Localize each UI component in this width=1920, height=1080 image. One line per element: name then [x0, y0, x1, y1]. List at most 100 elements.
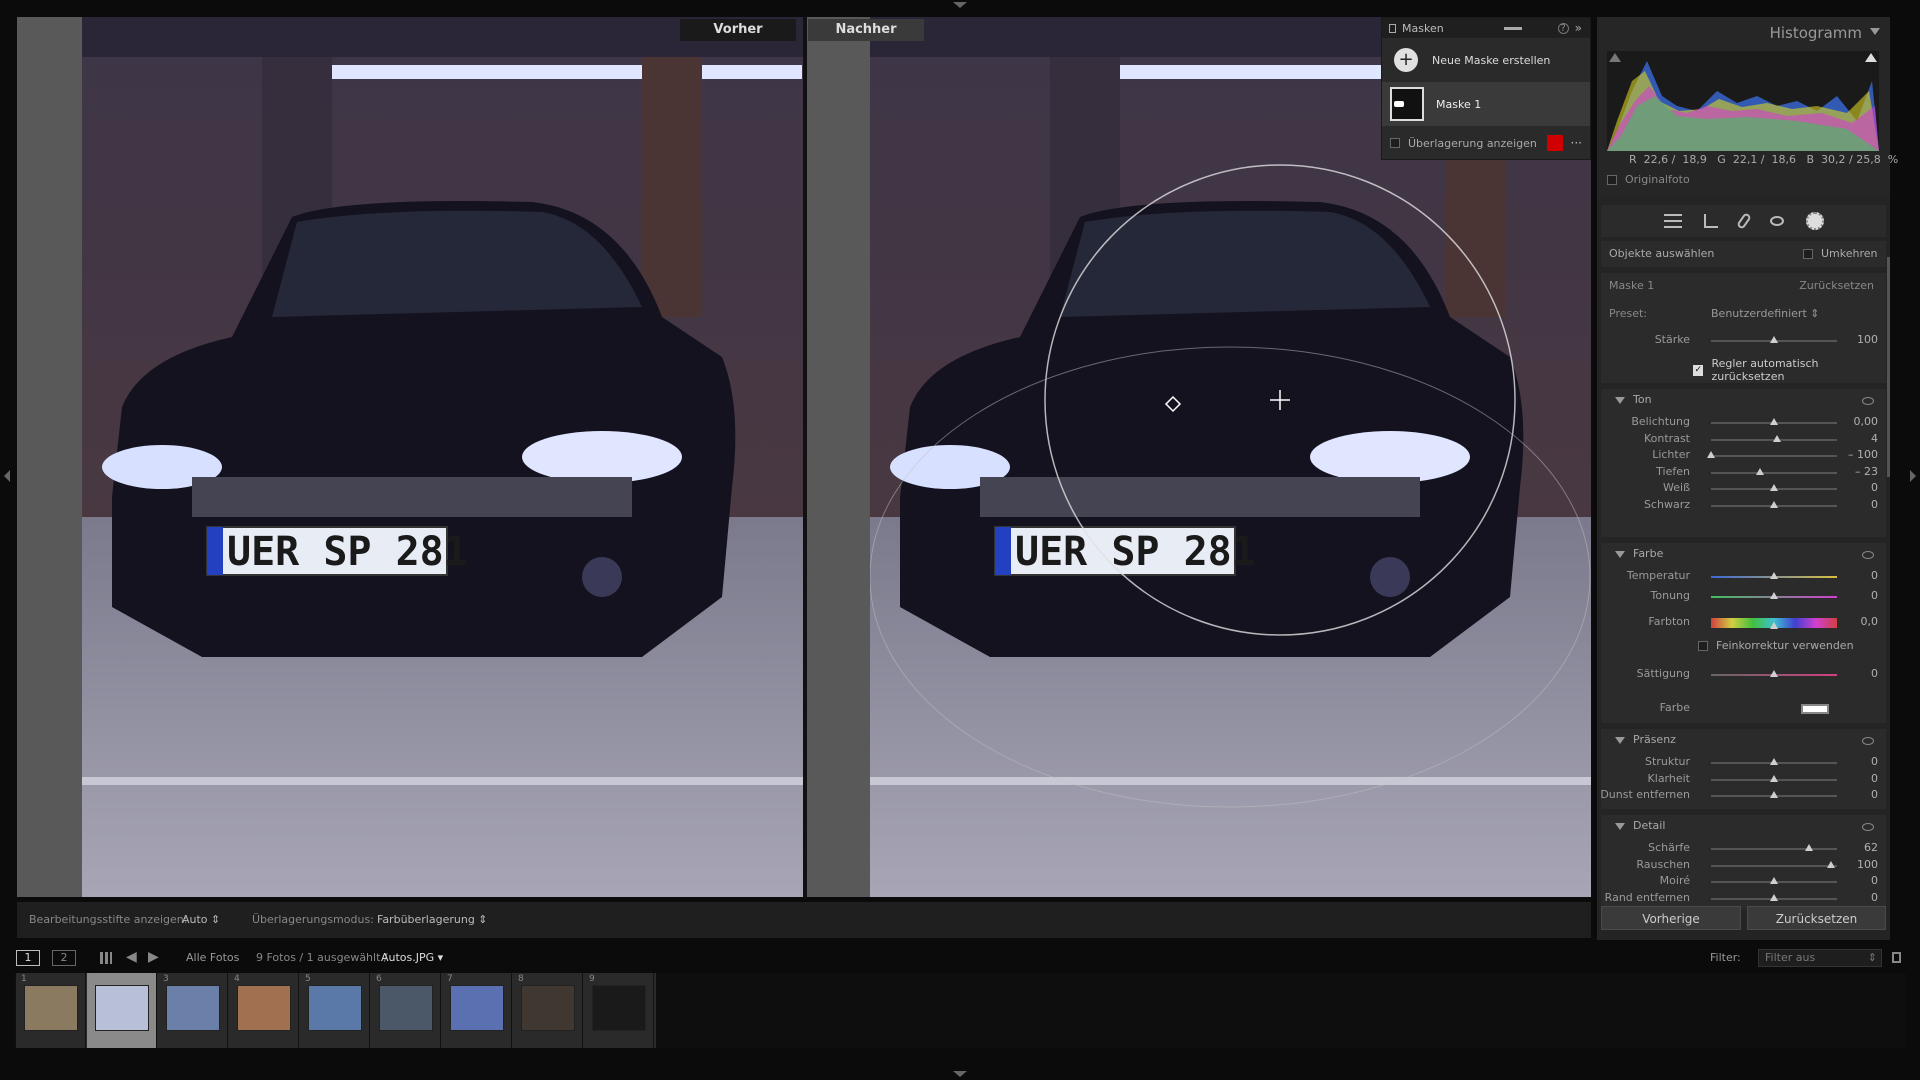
- filmstrip-thumbnail[interactable]: 1: [16, 973, 86, 1048]
- tone-visibility-icon[interactable]: [1862, 397, 1874, 405]
- collapse-bottom-icon[interactable]: [953, 1071, 967, 1077]
- pins-dropdown[interactable]: Auto ⇕: [182, 913, 220, 926]
- collapse-right-icon[interactable]: [1910, 470, 1916, 482]
- slider-track[interactable]: [1711, 455, 1837, 457]
- red-eye-icon[interactable]: [1769, 216, 1784, 226]
- crop-icon[interactable]: [1703, 214, 1718, 228]
- auto-reset-checkbox[interactable]: ✓: [1693, 364, 1704, 376]
- forward-arrow-icon[interactable]: ▶: [148, 949, 159, 965]
- filmstrip-thumbnail[interactable]: 3: [158, 973, 228, 1048]
- filter-lock-icon[interactable]: [1892, 952, 1901, 963]
- filter-dropdown[interactable]: Filter aus ⇕: [1758, 949, 1882, 967]
- slider-value[interactable]: 0: [1871, 481, 1878, 494]
- strength-slider[interactable]: Stärke 100: [1601, 331, 1886, 351]
- overlay-checkbox[interactable]: [1390, 138, 1400, 148]
- temperature-slider[interactable]: Temperatur 0: [1601, 567, 1886, 587]
- saturation-thumb[interactable]: [1770, 670, 1778, 677]
- slider-thumb[interactable]: [1826, 860, 1835, 868]
- saturation-slider[interactable]: Sättigung 0: [1601, 665, 1886, 685]
- slider-value[interactable]: 0: [1871, 498, 1878, 511]
- file-name-dropdown[interactable]: Autos.JPG ▾: [381, 951, 443, 964]
- slider-value[interactable]: 0: [1871, 891, 1878, 904]
- overlay-color-swatch[interactable]: [1546, 135, 1563, 151]
- tone-collapse-icon[interactable]: [1615, 396, 1625, 404]
- shadow-clipping-icon[interactable]: [1609, 53, 1621, 62]
- hue-value[interactable]: 0,0: [1861, 615, 1879, 628]
- temperature-thumb[interactable]: [1770, 572, 1778, 579]
- tone-header[interactable]: Ton: [1601, 393, 1886, 413]
- strength-thumb[interactable]: [1770, 336, 1778, 343]
- slider-value[interactable]: – 23: [1855, 465, 1878, 478]
- filmstrip-thumbnail[interactable]: 8: [513, 973, 583, 1048]
- slider-thumb[interactable]: [1805, 844, 1814, 851]
- hue-thumb[interactable]: [1770, 622, 1778, 629]
- color-header[interactable]: Farbe: [1601, 547, 1886, 567]
- invert-checkbox[interactable]: [1803, 249, 1813, 259]
- previous-button[interactable]: Vorherige: [1601, 906, 1741, 930]
- collapse-histogram-icon[interactable]: [1870, 28, 1880, 35]
- grid-view-icon[interactable]: [100, 952, 112, 964]
- page-2-button[interactable]: 2: [52, 950, 76, 966]
- healing-brush-icon[interactable]: [1735, 212, 1752, 230]
- slider-track[interactable]: [1711, 864, 1837, 867]
- fine-adjust-checkbox[interactable]: [1698, 640, 1708, 651]
- slider-value[interactable]: 62: [1864, 841, 1878, 854]
- collapse-top-icon[interactable]: [953, 2, 967, 8]
- mask-list-item[interactable]: Maske 1: [1382, 82, 1590, 126]
- slider-thumb[interactable]: [1770, 758, 1778, 765]
- slider-track[interactable]: [1711, 471, 1837, 474]
- histogram-title[interactable]: Histogramm: [1770, 24, 1862, 42]
- slider-value[interactable]: 0,00: [1854, 415, 1879, 428]
- slider-thumb[interactable]: [1772, 434, 1781, 442]
- filmstrip-thumbnail[interactable]: 9: [584, 973, 654, 1048]
- saturation-value[interactable]: 0: [1871, 667, 1878, 680]
- slider-value[interactable]: 0: [1871, 755, 1878, 768]
- filmstrip-thumbnail[interactable]: 5: [300, 973, 370, 1048]
- masking-icon[interactable]: [1805, 212, 1824, 230]
- compare-divider[interactable]: [803, 17, 807, 897]
- histogram-graph[interactable]: [1607, 51, 1879, 151]
- tint-thumb[interactable]: [1770, 592, 1778, 599]
- temperature-value[interactable]: 0: [1871, 569, 1878, 582]
- slider-thumb[interactable]: [1707, 451, 1715, 458]
- slider-thumb[interactable]: [1770, 418, 1778, 425]
- schwarz-slider[interactable]: Schwarz 0: [1601, 496, 1886, 516]
- color-collapse-icon[interactable]: [1615, 550, 1625, 558]
- tint-slider[interactable]: Tonung 0: [1601, 587, 1886, 607]
- slider-thumb[interactable]: [1770, 774, 1778, 782]
- source-label[interactable]: Alle Fotos: [186, 951, 239, 964]
- dunst-entfernen-slider[interactable]: Dunst entfernen 0: [1600, 786, 1886, 806]
- panel-scrollbar[interactable]: [1887, 257, 1890, 477]
- slider-track[interactable]: [1711, 848, 1837, 850]
- slider-thumb[interactable]: [1770, 791, 1778, 798]
- help-icon[interactable]: ?: [1557, 22, 1569, 34]
- slider-thumb[interactable]: [1756, 467, 1765, 475]
- slider-value[interactable]: 100: [1857, 858, 1878, 871]
- slider-thumb[interactable]: [1770, 500, 1778, 508]
- collapse-masks-icon[interactable]: »: [1575, 21, 1582, 35]
- strength-value[interactable]: 100: [1857, 333, 1878, 346]
- before-photo[interactable]: UER SP 281: [82, 17, 803, 897]
- slider-value[interactable]: 4: [1871, 432, 1878, 445]
- hue-slider[interactable]: Farbton 0,0: [1601, 613, 1886, 633]
- slider-thumb[interactable]: [1770, 877, 1778, 884]
- highlight-clipping-icon[interactable]: [1865, 53, 1877, 62]
- original-photo-checkbox[interactable]: [1607, 174, 1617, 185]
- presence-collapse-icon[interactable]: [1615, 736, 1625, 744]
- back-arrow-icon[interactable]: ◀: [126, 949, 137, 965]
- slider-value[interactable]: 0: [1871, 788, 1878, 801]
- slider-thumb[interactable]: [1770, 893, 1778, 901]
- masks-drag-handle[interactable]: [1503, 26, 1522, 30]
- collapse-left-icon[interactable]: [4, 470, 10, 482]
- overlay-mode-dropdown[interactable]: Farbüberlagerung ⇕: [377, 913, 488, 926]
- masks-header[interactable]: Masken ? »: [1382, 18, 1590, 38]
- filmstrip-thumbnail[interactable]: 4: [229, 973, 299, 1048]
- slider-value[interactable]: 0: [1871, 874, 1878, 887]
- select-objects-label[interactable]: Objekte auswählen: [1609, 247, 1714, 260]
- slider-value[interactable]: 0: [1871, 772, 1878, 785]
- page-1-button[interactable]: 1: [16, 950, 40, 966]
- slider-value[interactable]: – 100: [1848, 448, 1878, 461]
- more-options-icon[interactable]: ···: [1571, 136, 1582, 150]
- edit-sliders-icon[interactable]: [1663, 214, 1682, 228]
- filmstrip-thumbnail[interactable]: 2: [87, 973, 157, 1048]
